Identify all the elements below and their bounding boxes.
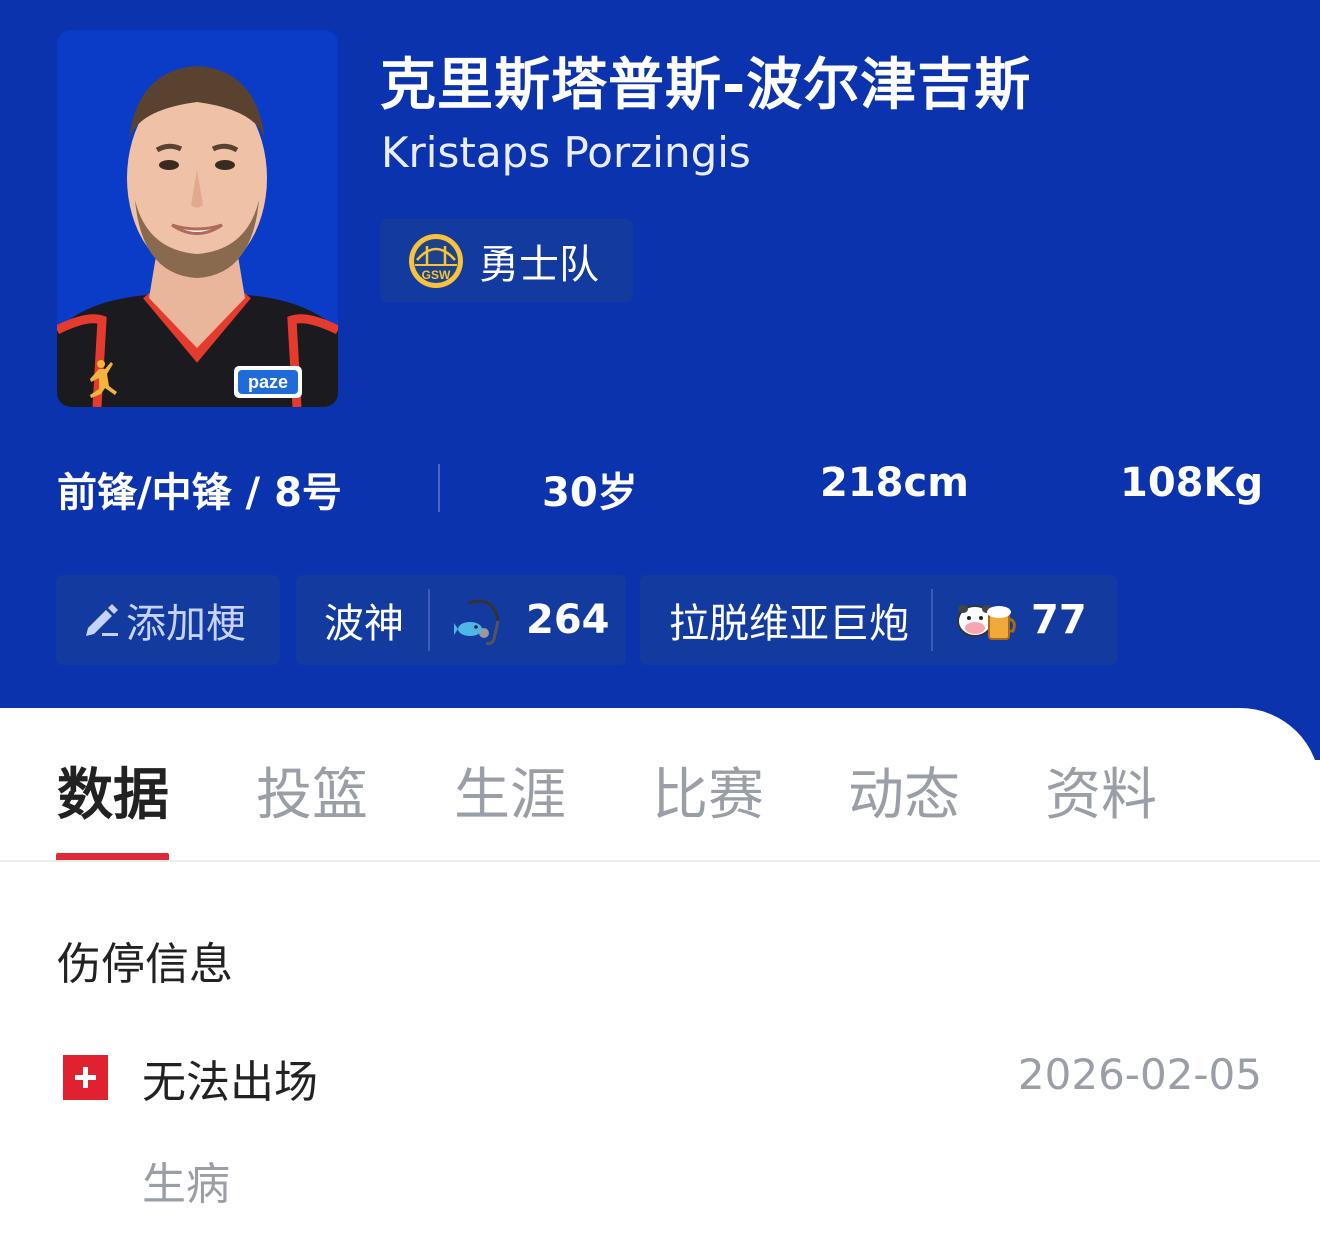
nickname-count: 77: [1031, 597, 1087, 643]
injury-section-title: 伤停信息: [57, 939, 233, 990]
nickname-tag[interactable]: 波神 264: [296, 575, 626, 665]
tab-stats[interactable]: 数据: [57, 750, 169, 831]
player-height: 218cm: [820, 460, 969, 506]
tag-divider: [931, 589, 933, 651]
player-name-en: Kristaps Porzingis: [381, 128, 751, 177]
fish-on-hook-emoji-icon: [454, 599, 500, 645]
nickname-count: 264: [526, 597, 610, 643]
team-logo-text: GSW: [422, 268, 451, 282]
pencil-icon: [86, 604, 118, 636]
add-nickname-label: 添加梗: [126, 601, 246, 647]
tab-news[interactable]: 动态: [848, 750, 960, 831]
position-number: 前锋/中锋 / 8号: [57, 470, 342, 516]
injury-date: 2026-02-05: [1017, 1050, 1262, 1099]
tag-divider: [428, 589, 430, 651]
nickname-tag[interactable]: 拉脱维亚巨炮 77: [640, 575, 1117, 665]
sponsor-logo-text: paze: [248, 372, 288, 392]
team-name: 勇士队: [479, 241, 599, 288]
player-name-cn: 克里斯塔普斯-波尔津吉斯: [380, 53, 1032, 118]
nickname-text: 波神: [324, 601, 404, 647]
tab-profile[interactable]: 资料: [1045, 750, 1157, 831]
team-chip[interactable]: GSW 勇士队: [380, 219, 633, 302]
injury-status: 无法出场: [142, 1057, 318, 1108]
player-age: 30岁: [542, 470, 638, 516]
info-divider: [438, 464, 440, 512]
nickname-text: 拉脱维亚巨炮: [669, 601, 909, 647]
player-photo: paze: [57, 30, 338, 407]
tab-shooting[interactable]: 投篮: [256, 750, 368, 831]
tab-career[interactable]: 生涯: [454, 750, 566, 831]
tab-games[interactable]: 比赛: [652, 750, 764, 831]
medical-cross-icon: [63, 1055, 108, 1100]
add-nickname-button[interactable]: 添加梗: [56, 575, 280, 665]
player-weight: 108Kg: [1120, 460, 1264, 506]
injury-reason: 生病: [142, 1159, 230, 1210]
player-info-row: 前锋/中锋 / 8号 30岁 218cm 108Kg: [0, 460, 1320, 520]
tab-bar-divider: [0, 860, 1320, 862]
cow-beer-emoji-icon: [957, 605, 1016, 640]
golden-state-warriors-logo-icon: GSW: [409, 233, 463, 288]
